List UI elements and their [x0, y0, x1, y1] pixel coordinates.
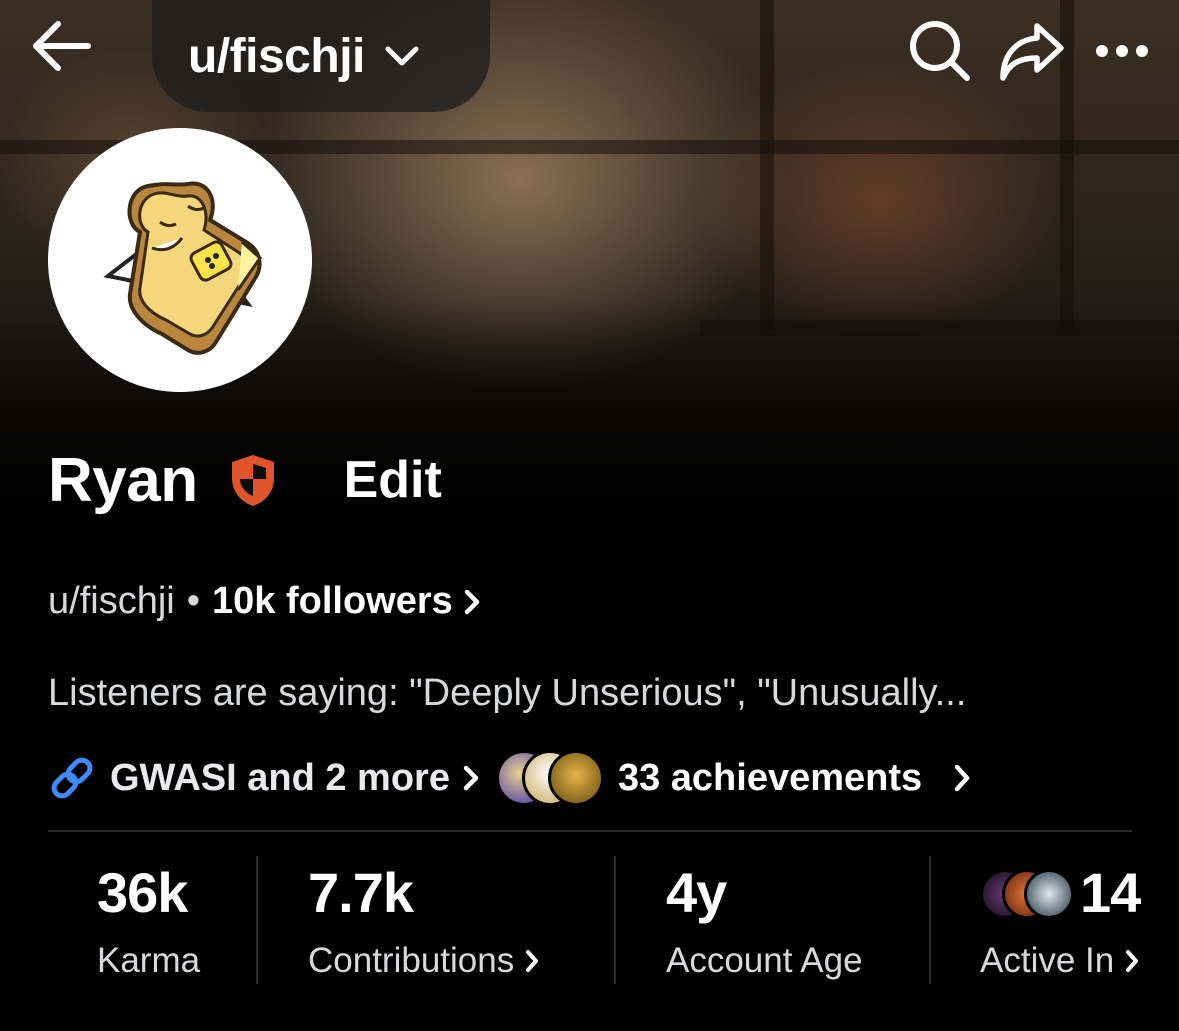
share-button[interactable] — [997, 16, 1067, 86]
active-value-row: 14 — [980, 858, 1141, 928]
stat-karma[interactable]: 36k Karma — [97, 858, 200, 988]
share-icon — [1000, 23, 1064, 81]
display-name: Ryan — [48, 445, 198, 515]
age-label: Account Age — [666, 941, 863, 980]
links-row: GWASI and 2 more 33 achievements — [48, 748, 972, 808]
chevron-right-icon — [526, 950, 539, 972]
page-title: u/fischji — [188, 29, 365, 83]
bio-text[interactable]: Listeners are saying: "Deeply Unserious"… — [48, 672, 966, 715]
name-row: Ryan Edit — [48, 440, 442, 520]
username: u/fischji — [48, 580, 175, 622]
stat-contributions[interactable]: 7.7k Contributions — [308, 858, 540, 988]
stat-active-in[interactable]: 14 Active In — [980, 858, 1141, 988]
search-icon — [910, 21, 970, 81]
social-links-button[interactable]: GWASI and 2 more — [110, 757, 450, 800]
chevron-right-icon — [464, 589, 480, 614]
active-label: Active In — [980, 941, 1115, 980]
contributions-label-row: Contributions — [308, 936, 540, 986]
separator-dot: • — [186, 580, 201, 622]
achievements-button[interactable]: 33 achievements — [618, 757, 922, 800]
contributions-value: 7.7k — [308, 861, 414, 924]
username-switcher[interactable]: u/fischji — [152, 0, 490, 112]
followers-link[interactable]: 10k followers — [212, 580, 453, 623]
mod-shield-icon — [231, 455, 274, 506]
active-label-row: Active In — [980, 936, 1140, 986]
more-icon — [1096, 45, 1148, 57]
karma-label: Karma — [97, 941, 201, 980]
back-arrow-icon[interactable] — [28, 18, 92, 74]
avatar[interactable] — [48, 128, 312, 392]
stat-divider — [256, 856, 258, 984]
active-communities — [980, 863, 1080, 923]
top-actions — [905, 16, 1179, 86]
link-icon — [51, 757, 93, 799]
achievement-badges[interactable] — [495, 748, 606, 808]
chevron-down-icon — [385, 46, 419, 66]
stat-divider — [614, 856, 616, 984]
karma-value: 36k — [97, 861, 188, 924]
achievement-badge-icon — [547, 750, 604, 806]
stat-divider — [929, 856, 931, 984]
chevron-right-icon — [1126, 950, 1139, 972]
toast-avatar-icon — [103, 181, 262, 355]
edit-button[interactable]: Edit — [344, 450, 442, 510]
divider — [48, 830, 1132, 832]
active-value: 14 — [1080, 861, 1141, 924]
community-icon — [1024, 869, 1074, 919]
more-button[interactable] — [1087, 16, 1157, 86]
search-button[interactable] — [905, 16, 975, 86]
chevron-right-icon — [954, 764, 970, 792]
contributions-label: Contributions — [308, 941, 515, 980]
meta-row: u/fischji • 10k followers — [48, 580, 481, 623]
age-value: 4y — [666, 861, 727, 924]
chevron-right-icon — [463, 765, 479, 791]
stat-account-age: 4y Account Age — [666, 858, 863, 988]
